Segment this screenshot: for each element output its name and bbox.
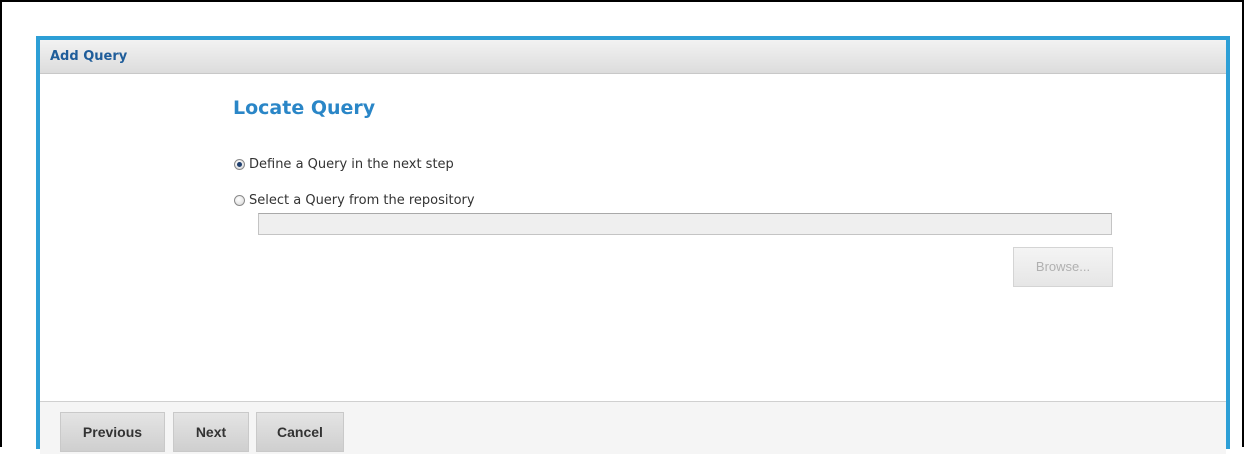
define-query-label: Define a Query in the next step [249,157,454,172]
select-query-radio[interactable] [234,195,245,206]
dialog-header: Add Query [40,40,1226,74]
add-query-dialog: Add Query Locate Query Define a Query in… [36,36,1230,454]
select-query-option[interactable]: Select a Query from the repository [234,193,475,208]
window-frame: Add Query Locate Query Define a Query in… [0,0,1244,454]
section-title: Locate Query [233,97,376,119]
repository-path-input[interactable] [258,213,1112,235]
cancel-button[interactable]: Cancel [256,412,344,452]
define-query-option[interactable]: Define a Query in the next step [234,157,454,172]
next-button[interactable]: Next [173,412,249,452]
define-query-radio[interactable] [234,159,245,170]
dialog-title: Add Query [50,49,128,64]
dialog-footer: Previous Next Cancel [40,401,1226,454]
browse-button[interactable]: Browse... [1013,247,1113,287]
previous-button[interactable]: Previous [60,412,165,452]
select-query-label: Select a Query from the repository [249,193,475,208]
